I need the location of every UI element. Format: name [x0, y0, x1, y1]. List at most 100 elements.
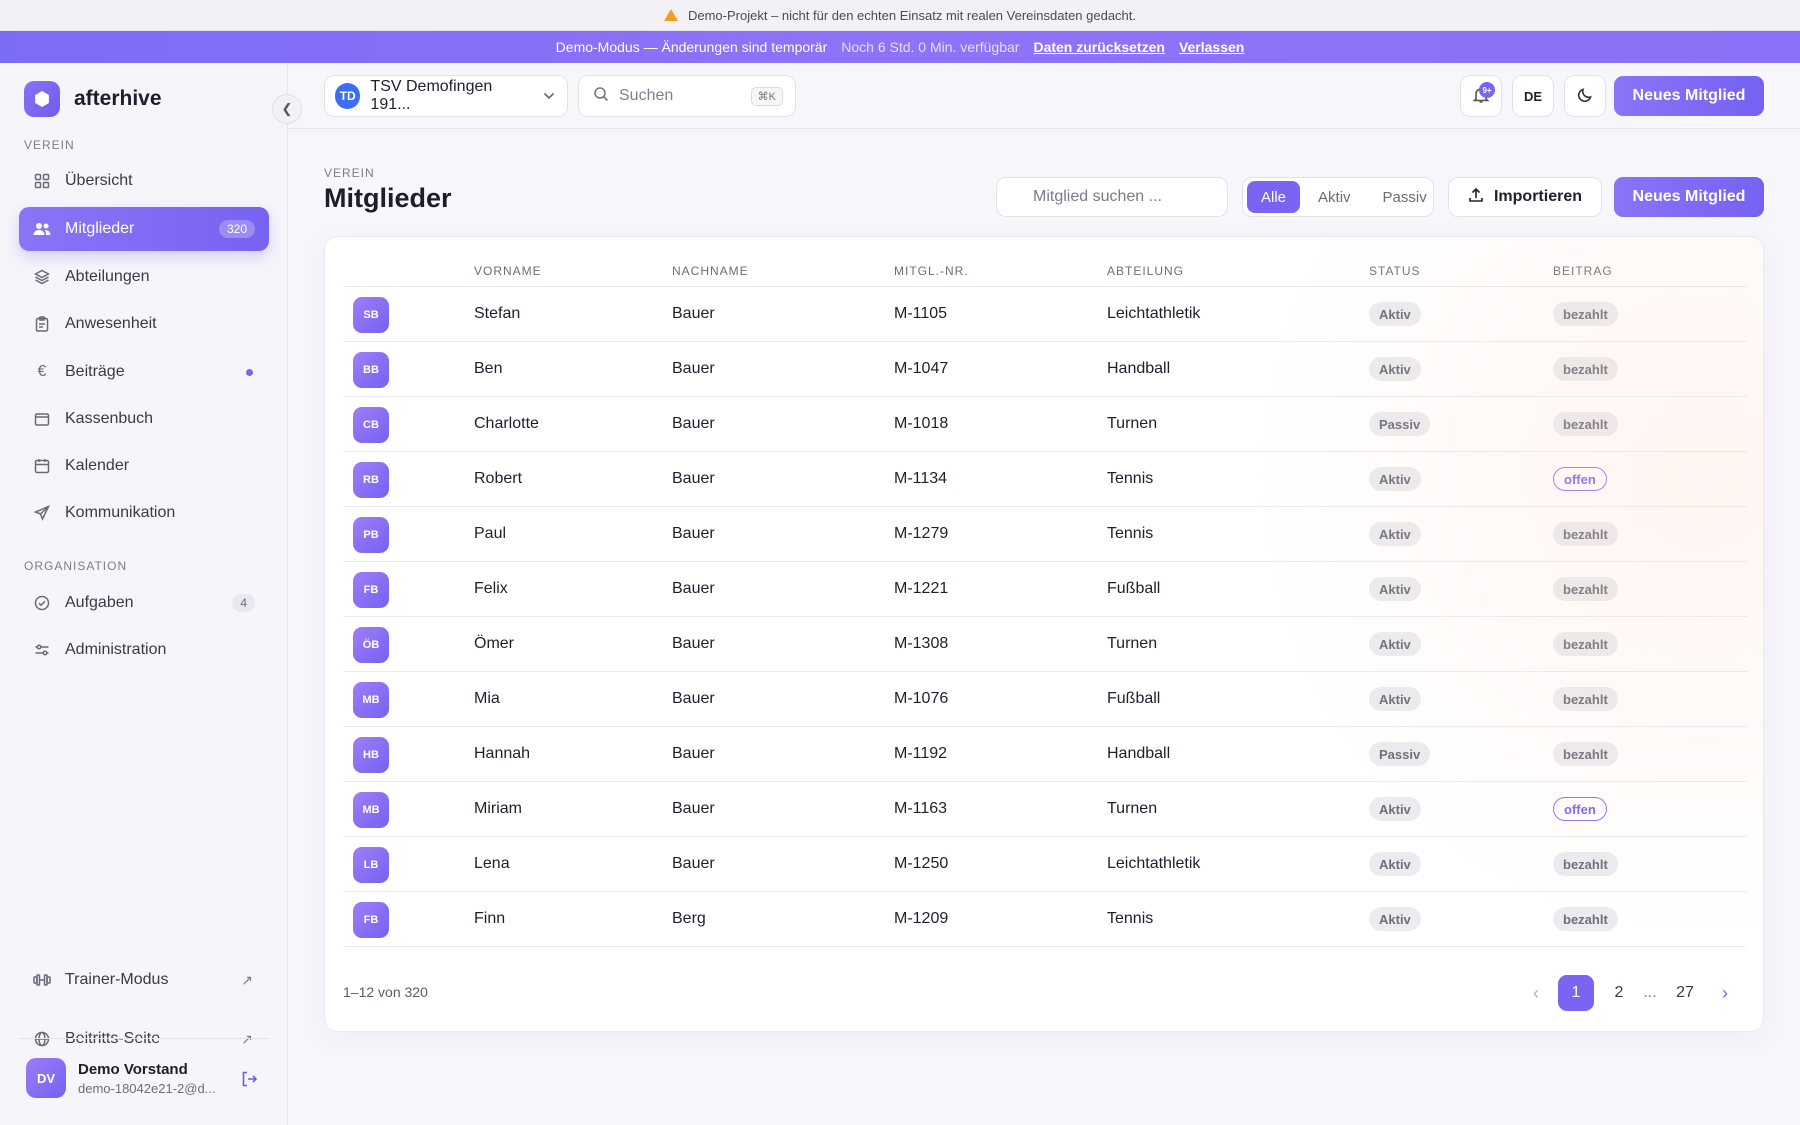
sidebar-item-beitraege[interactable]: € Beiträge	[19, 350, 269, 394]
moon-icon	[1577, 87, 1593, 106]
logout-icon[interactable]	[240, 1070, 258, 1093]
cell-nachname: Bauer	[672, 470, 715, 487]
sidebar-item-uebersicht[interactable]: Übersicht	[19, 159, 269, 203]
cell-vorname: Ömer	[474, 635, 514, 652]
cell-nachname: Bauer	[672, 855, 715, 872]
table-row[interactable]: MB Miriam Bauer M-1163 Turnen Aktiv offen	[343, 782, 1747, 837]
table-row[interactable]: HB Hannah Bauer M-1192 Handball Passiv bezahlt	[343, 727, 1747, 782]
cell-mitgl-nr: M-1192	[894, 745, 948, 762]
col-abteilung[interactable]: ABTEILUNG	[1107, 264, 1184, 278]
fee-badge: offen	[1553, 467, 1607, 491]
table-row[interactable]: FB Felix Bauer M-1221 Fußball Aktiv bezahlt	[343, 562, 1747, 617]
avatar: PB	[353, 517, 389, 553]
table-row[interactable]: BB Ben Bauer M-1047 Handball Aktiv bezahlt	[343, 342, 1747, 397]
language-button[interactable]: DE	[1512, 75, 1554, 117]
page-1[interactable]: 1	[1558, 975, 1594, 1011]
dark-mode-toggle[interactable]	[1564, 75, 1606, 117]
sidebar-item-mitglieder[interactable]: Mitglieder 320	[19, 207, 269, 251]
cell-vorname: Miriam	[474, 800, 522, 817]
col-status[interactable]: STATUS	[1369, 264, 1421, 278]
cell-mitgl-nr: M-1047	[894, 360, 949, 377]
table-row[interactable]: ÖB Ömer Bauer M-1308 Turnen Aktiv bezahlt	[343, 617, 1747, 672]
col-nachname[interactable]: NACHNAME	[672, 264, 749, 278]
filter-alle[interactable]: Alle	[1247, 181, 1301, 213]
table-row[interactable]: LB Lena Bauer M-1250 Leichtathletik Aktiv beza…	[343, 837, 1747, 892]
sidebar-item-kassenbuch[interactable]: Kassenbuch	[19, 397, 269, 441]
sidebar-item-abteilungen[interactable]: Abteilungen	[19, 255, 269, 299]
cell-nachname: Bauer	[672, 690, 715, 707]
sidebar-item-beitritts-seite[interactable]: Beitritts-Seite ↗	[19, 1017, 269, 1061]
sidebar-item-anwesenheit[interactable]: Anwesenheit	[19, 302, 269, 346]
cell-mitgl-nr: M-1076	[894, 690, 949, 707]
status-badge: Aktiv	[1369, 302, 1421, 326]
grid-icon	[33, 172, 51, 190]
filter-passiv[interactable]: Passiv	[1369, 181, 1441, 213]
cell-mitgl-nr: M-1308	[894, 635, 949, 652]
user-card[interactable]: DV Demo Vorstand demo-18042e21-2@d...	[26, 1058, 216, 1098]
club-selector[interactable]: TD TSV Demofingen 191...	[324, 75, 568, 117]
table-row[interactable]: MB Mia Bauer M-1076 Fußball Aktiv bezahlt	[343, 672, 1747, 727]
col-beitrag[interactable]: BEITRAG	[1553, 264, 1613, 278]
cell-abteilung: Turnen	[1107, 635, 1158, 652]
cell-abteilung: Leichtathletik	[1107, 305, 1201, 322]
cell-mitgl-nr: M-1105	[894, 305, 948, 322]
cell-abteilung: Tennis	[1107, 525, 1154, 542]
brand[interactable]: afterhive	[24, 81, 162, 117]
calendar-icon	[33, 457, 51, 475]
sidebar-item-aufgaben[interactable]: Aufgaben 4	[19, 581, 269, 625]
cell-nachname: Bauer	[672, 800, 715, 817]
leave-demo-link[interactable]: Verlassen	[1179, 39, 1244, 55]
cell-vorname: Hannah	[474, 745, 531, 762]
import-button[interactable]: Importieren	[1448, 177, 1602, 217]
external-link-icon: ↗	[241, 1031, 253, 1048]
sidebar-divider	[19, 1038, 269, 1039]
table-row[interactable]: SB Stefan Bauer M-1105 Leichtathletik Aktiv be…	[343, 287, 1747, 342]
chevron-down-icon	[543, 89, 555, 103]
avatar: FB	[353, 572, 389, 608]
new-member-button[interactable]: Neues Mitglied	[1614, 177, 1764, 217]
sidebar-item-label: Beitritts-Seite	[65, 1030, 161, 1047]
euro-icon: €	[37, 363, 47, 380]
cell-abteilung: Handball	[1107, 745, 1171, 762]
warning-icon	[663, 9, 678, 21]
sidebar-item-administration[interactable]: Administration	[19, 628, 269, 672]
global-search[interactable]: Suchen ⌘K	[578, 75, 796, 117]
sidebar-item-trainer-modus[interactable]: Trainer-Modus ↗	[19, 958, 269, 1002]
sidebar-item-label: Mitglieder	[65, 220, 135, 237]
table-row[interactable]: FB Finn Berg M-1209 Tennis Aktiv bezahlt	[343, 892, 1747, 947]
section-label-verein: VEREIN	[24, 138, 75, 152]
avatar: MB	[353, 682, 389, 718]
status-badge: Aktiv	[1369, 852, 1421, 876]
user-name: Demo Vorstand	[78, 1060, 188, 1078]
member-search-input[interactable]: Mitglied suchen ...	[996, 177, 1228, 217]
sidebar-item-kommunikation[interactable]: Kommunikation	[19, 491, 269, 535]
cell-vorname: Felix	[474, 580, 508, 597]
new-member-button-top[interactable]: Neues Mitglied	[1614, 76, 1764, 116]
filter-aktiv[interactable]: Aktiv	[1304, 181, 1365, 213]
cell-abteilung: Leichtathletik	[1107, 855, 1201, 872]
table-row[interactable]: RB Robert Bauer M-1134 Tennis Aktiv offen	[343, 452, 1747, 507]
page-2[interactable]: 2	[1604, 975, 1634, 1011]
col-mitgl-nr[interactable]: MITGL.-NR.	[894, 264, 969, 278]
cell-mitgl-nr: M-1134	[894, 470, 948, 487]
status-badge: Aktiv	[1369, 797, 1421, 821]
search-shortcut: ⌘K	[750, 86, 783, 106]
cell-nachname: Bauer	[672, 305, 715, 322]
col-vorname[interactable]: VORNAME	[474, 264, 542, 278]
next-page-icon[interactable]: ›	[1710, 975, 1740, 1011]
table-row[interactable]: CB Charlotte Bauer M-1018 Turnen Passiv bezahl…	[343, 397, 1747, 452]
check-circle-icon	[33, 594, 51, 612]
page-27[interactable]: 27	[1665, 975, 1705, 1011]
cell-nachname: Berg	[672, 910, 706, 927]
avatar: FB	[353, 902, 389, 938]
notifications-button[interactable]: 9+	[1460, 75, 1502, 117]
sidebar-item-kalender[interactable]: Kalender	[19, 444, 269, 488]
page-ellipsis: ...	[1643, 984, 1657, 1001]
collapse-sidebar-button[interactable]: ❮	[272, 94, 302, 124]
prev-page-icon[interactable]: ‹	[1521, 975, 1551, 1011]
status-badge: Passiv	[1369, 742, 1431, 766]
table-row[interactable]: PB Paul Bauer M-1279 Tennis Aktiv bezahlt	[343, 507, 1747, 562]
upload-icon	[1468, 187, 1484, 208]
cell-vorname: Stefan	[474, 305, 521, 322]
reset-data-link[interactable]: Daten zurücksetzen	[1033, 39, 1164, 55]
